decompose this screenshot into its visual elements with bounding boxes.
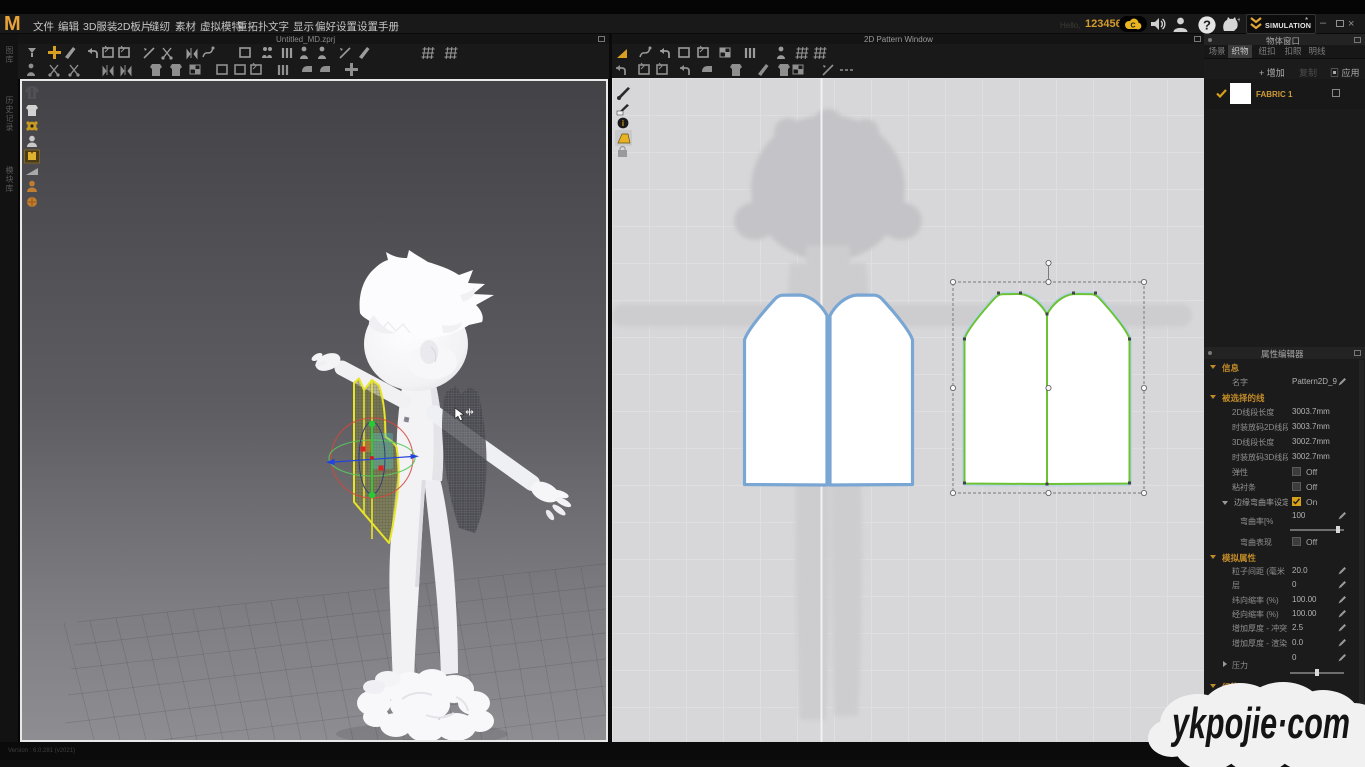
- svg-text:i: i: [622, 119, 624, 128]
- svg-text:+: +: [1237, 17, 1240, 24]
- svg-text:ykpojie·com: ykpojie·com: [1171, 699, 1350, 748]
- svg-text:C: C: [1130, 23, 1135, 30]
- svg-text:?: ?: [1203, 18, 1211, 33]
